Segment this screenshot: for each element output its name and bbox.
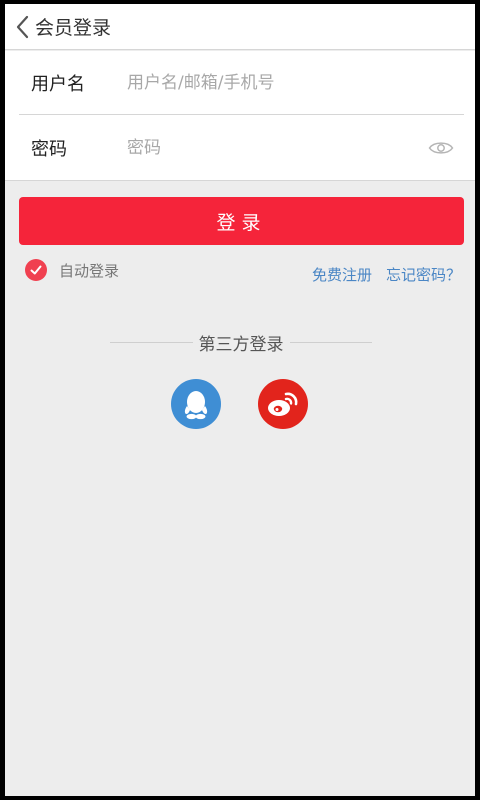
login-screen: 会员登录 用户名 密码 登录 自动登录 免费注册 忘记密码？: [5, 4, 475, 796]
auto-login-checkbox[interactable]: 自动登录: [25, 259, 119, 281]
qq-icon: [184, 391, 208, 420]
eye-icon[interactable]: [428, 138, 458, 158]
back-button[interactable]: [5, 4, 29, 50]
qq-login-button[interactable]: [171, 379, 221, 429]
checkmark-icon: [25, 259, 47, 281]
forgot-password-link[interactable]: 忘记密码？: [386, 264, 461, 285]
divider-line-right: [289, 341, 372, 343]
password-input[interactable]: [127, 128, 428, 168]
third-party-divider: 第三方登录: [110, 330, 372, 355]
login-button[interactable]: 登录: [19, 197, 464, 245]
account-links: 免费注册 忘记密码？: [312, 264, 461, 285]
password-label: 密码: [31, 139, 67, 160]
auto-login-label: 自动登录: [59, 261, 120, 280]
username-label: 用户名: [31, 73, 85, 95]
third-party-label: 第三方登录: [198, 334, 284, 355]
username-input[interactable]: [127, 62, 464, 103]
weibo-login-button[interactable]: [258, 379, 308, 429]
divider-line-left: [110, 341, 193, 343]
login-form: 用户名 密码: [5, 51, 475, 181]
header-bar: 会员登录: [5, 4, 475, 50]
chevron-left-icon: [16, 15, 29, 38]
weibo-icon: [268, 392, 298, 416]
username-row: 用户名: [19, 51, 464, 115]
password-row: 密码: [19, 116, 464, 180]
register-link[interactable]: 免费注册: [312, 264, 372, 285]
page-title: 会员登录: [35, 17, 112, 39]
